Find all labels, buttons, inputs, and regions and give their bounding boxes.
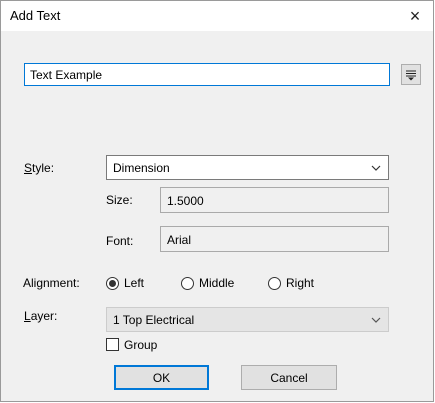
- alignment-right-radio[interactable]: Right: [268, 276, 314, 290]
- group-checkbox[interactable]: [106, 338, 119, 351]
- ok-button[interactable]: OK: [114, 365, 209, 390]
- font-field: Arial: [160, 226, 389, 252]
- alignment-right-label: Right: [286, 276, 315, 290]
- radio-unselected-icon: [268, 276, 281, 290]
- style-label: Style:: [24, 161, 55, 175]
- layer-value: 1 Top Electrical: [113, 312, 195, 327]
- add-text-dialog: Add Text × Style: Dimension Size: 1.5000…: [0, 0, 434, 402]
- alignment-left-radio[interactable]: Left: [106, 276, 144, 290]
- format-options-button[interactable]: [401, 64, 421, 85]
- size-label: Size:: [106, 193, 133, 207]
- cancel-button[interactable]: Cancel: [241, 365, 337, 390]
- ok-button-label: OK: [152, 370, 171, 385]
- chevron-down-icon: [371, 165, 381, 171]
- style-dropdown[interactable]: Dimension: [106, 155, 389, 180]
- group-label: Group: [124, 338, 158, 352]
- cancel-button-label: Cancel: [270, 370, 308, 385]
- layer-dropdown[interactable]: 1 Top Electrical: [106, 307, 389, 332]
- size-field: 1.5000: [160, 187, 389, 213]
- close-button[interactable]: ×: [397, 1, 433, 31]
- alignment-label: Alignment:: [23, 276, 80, 290]
- chevron-down-icon: [371, 317, 381, 323]
- radio-unselected-icon: [181, 276, 194, 290]
- radio-selected-icon: [106, 276, 119, 290]
- title-bar[interactable]: Add Text ×: [1, 1, 433, 31]
- font-label: Font:: [106, 234, 134, 248]
- style-value: Dimension: [113, 160, 170, 175]
- format-menu-icon: [406, 70, 416, 80]
- close-icon: ×: [409, 5, 421, 26]
- text-input[interactable]: [24, 63, 390, 86]
- alignment-middle-radio[interactable]: Middle: [181, 276, 234, 290]
- alignment-left-label: Left: [124, 276, 145, 290]
- layer-label: Layer:: [24, 309, 58, 323]
- dialog-title: Add Text: [10, 8, 61, 23]
- alignment-middle-label: Middle: [199, 276, 235, 290]
